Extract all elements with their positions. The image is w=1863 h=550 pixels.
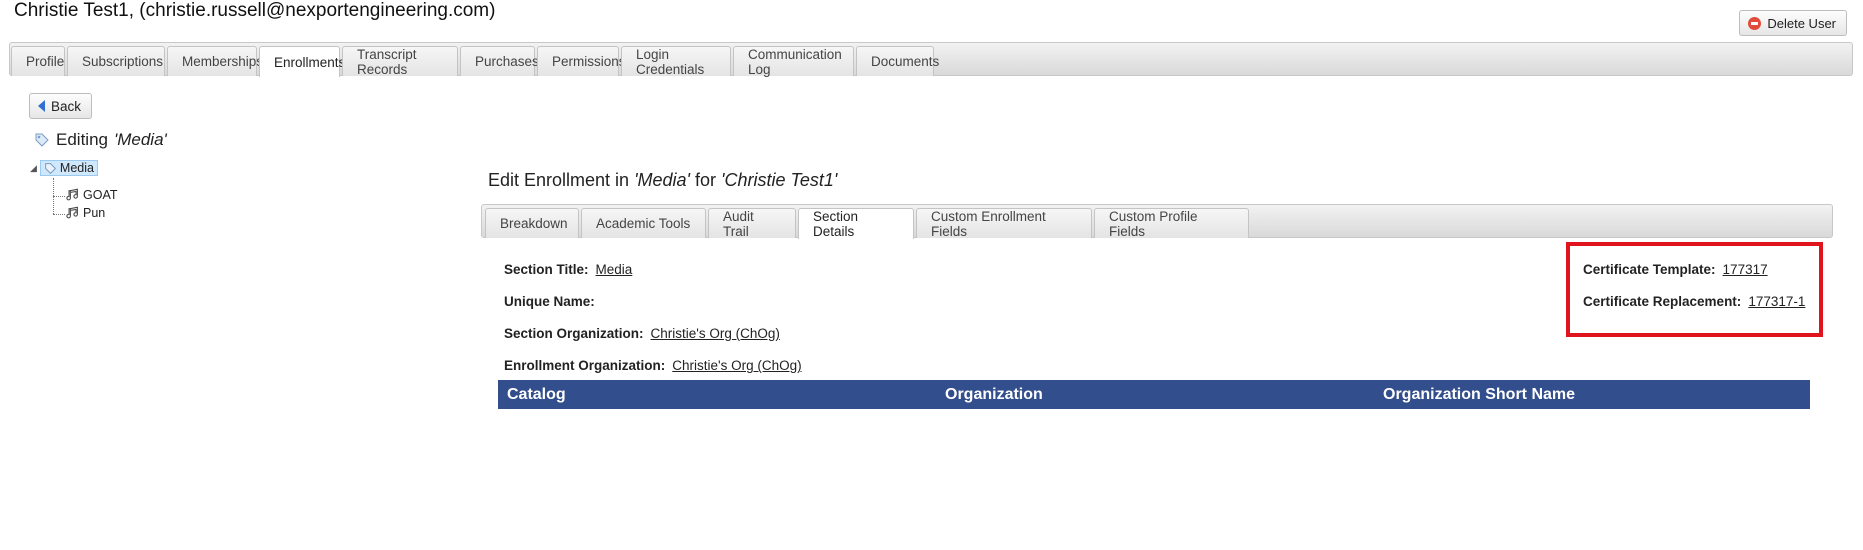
- enrollment-organization-label: Enrollment Organization:: [504, 358, 666, 373]
- tab-breakdown[interactable]: Breakdown: [485, 208, 579, 238]
- delete-user-button[interactable]: Delete User: [1739, 10, 1847, 36]
- collapse-toggle-icon[interactable]: ◢: [30, 163, 37, 174]
- tab-subscriptions[interactable]: Subscriptions: [67, 46, 165, 76]
- back-label: Back: [51, 98, 82, 114]
- editing-heading: Editing 'Media': [34, 130, 167, 150]
- section-title-field: Section Title: Media: [504, 262, 632, 277]
- tree-root-label: Media: [59, 161, 94, 175]
- title-middle: for: [695, 170, 717, 190]
- unique-name-field: Unique Name:: [504, 294, 602, 309]
- editing-prefix: Editing: [56, 130, 108, 149]
- unique-name-label: Unique Name:: [504, 294, 595, 309]
- tab-academic-tools[interactable]: Academic Tools: [581, 208, 706, 238]
- sub-tab-bar: Breakdown Academic Tools Audit Trail Sec…: [481, 204, 1833, 239]
- tree-child-label: GOAT: [83, 188, 118, 202]
- music-note-icon: [66, 188, 78, 201]
- tree-connector: [53, 196, 65, 197]
- back-button[interactable]: Back: [29, 93, 93, 119]
- tab-transcript-records[interactable]: Transcript Records: [342, 46, 458, 77]
- remove-icon: [1748, 16, 1762, 30]
- arrow-left-icon: [38, 100, 45, 112]
- column-organization[interactable]: Organization: [945, 386, 1043, 404]
- editing-name: 'Media': [113, 130, 167, 149]
- tab-purchases[interactable]: Purchases: [460, 46, 539, 76]
- tab-communication-log[interactable]: Communication Log: [733, 46, 854, 77]
- music-note-icon: [66, 206, 78, 219]
- main-tab-bar: Profile Subscriptions Memberships Enroll…: [9, 42, 1853, 77]
- section-title-link[interactable]: Media: [596, 262, 633, 277]
- title-prefix: Edit Enrollment in: [488, 170, 630, 190]
- title-user: 'Christie Test1': [721, 170, 838, 190]
- edit-enrollment-title: Edit Enrollment in 'Media' for 'Christie…: [488, 170, 837, 191]
- delete-user-label: Delete User: [1767, 15, 1836, 31]
- section-organization-field: Section Organization: Christie's Org (Ch…: [504, 326, 780, 341]
- catalog-table-header: Catalog Organization Organization Short …: [498, 380, 1810, 409]
- tag-icon: [35, 133, 49, 147]
- highlight-box: [1566, 242, 1823, 337]
- tree-connector: [53, 214, 65, 215]
- tab-enrollments[interactable]: Enrollments: [259, 46, 345, 77]
- column-organization-short-name[interactable]: Organization Short Name: [1383, 386, 1575, 404]
- user-title: Christie Test1, (christie.russell@nexpor…: [14, 0, 496, 21]
- enrollment-organization-link[interactable]: Christie's Org (ChOg): [672, 358, 801, 373]
- tab-custom-enrollment-fields[interactable]: Custom Enrollment Fields: [916, 208, 1092, 239]
- enrollment-organization-field: Enrollment Organization: Christie's Org …: [504, 358, 802, 373]
- tree-node-selected[interactable]: Media: [39, 160, 98, 176]
- section-title-label: Section Title:: [504, 262, 589, 277]
- tab-section-details[interactable]: Section Details: [798, 208, 914, 239]
- section-organization-link[interactable]: Christie's Org (ChOg): [651, 326, 780, 341]
- tab-profile[interactable]: Profile: [11, 46, 65, 76]
- tree-node-goat[interactable]: GOAT: [66, 188, 118, 202]
- section-organization-label: Section Organization:: [504, 326, 644, 341]
- tab-permissions[interactable]: Permissions: [537, 46, 626, 76]
- tree-node-pun[interactable]: Pun: [66, 206, 105, 220]
- tag-icon: [45, 162, 56, 174]
- tab-login-credentials[interactable]: Login Credentials: [621, 46, 731, 77]
- tab-audit-trail[interactable]: Audit Trail: [708, 208, 796, 239]
- column-catalog[interactable]: Catalog: [507, 386, 566, 404]
- tab-documents[interactable]: Documents: [856, 46, 939, 76]
- tab-memberships[interactable]: Memberships: [167, 46, 263, 76]
- tree-child-label: Pun: [83, 206, 106, 220]
- tree-node-media[interactable]: ◢ Media: [30, 160, 98, 176]
- title-section: 'Media': [634, 170, 690, 190]
- tab-custom-profile-fields[interactable]: Custom Profile Fields: [1094, 208, 1249, 239]
